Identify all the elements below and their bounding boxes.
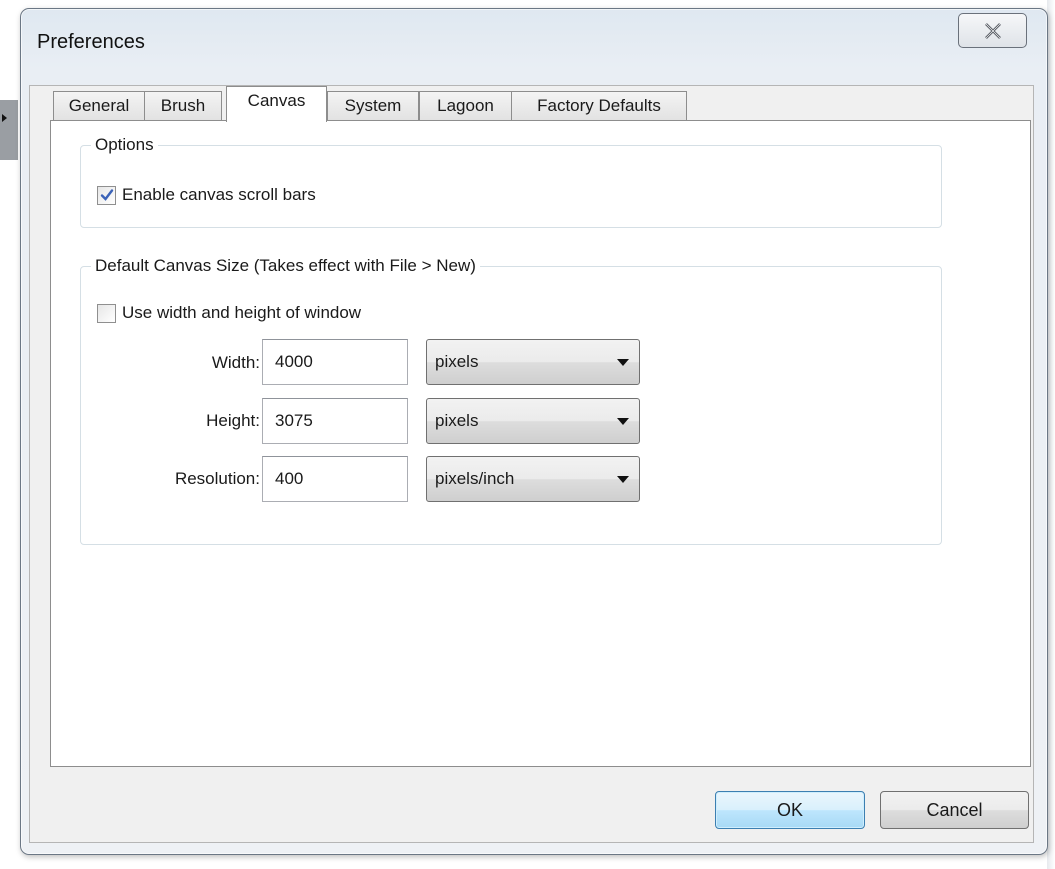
- chevron-down-icon: [617, 359, 629, 366]
- chevron-down-icon: [617, 418, 629, 425]
- options-group: Options: [80, 135, 942, 228]
- width-input[interactable]: 4000: [262, 339, 408, 385]
- tab-brush[interactable]: Brush: [144, 91, 222, 120]
- enable-scrollbars-checkbox[interactable]: [97, 185, 116, 205]
- height-unit-select[interactable]: pixels: [426, 398, 640, 444]
- enable-scrollbars-option[interactable]: Enable canvas scroll bars: [97, 185, 316, 205]
- dialog-title: Preferences: [37, 31, 145, 53]
- height-unit-value: pixels: [435, 411, 479, 430]
- tab-canvas[interactable]: Canvas: [226, 86, 327, 122]
- background-arrow-icon: [2, 114, 7, 122]
- width-unit-select[interactable]: pixels: [426, 339, 640, 385]
- background-edge: [1047, 0, 1055, 869]
- background-window-edge: [0, 100, 18, 160]
- ok-button[interactable]: OK: [715, 791, 865, 829]
- close-icon: [984, 22, 1001, 39]
- enable-scrollbars-label: Enable canvas scroll bars: [122, 185, 316, 204]
- height-label: Height:: [206, 411, 260, 430]
- use-window-size-label: Use width and height of window: [122, 303, 362, 322]
- tab-lagoon[interactable]: Lagoon: [419, 91, 512, 120]
- preferences-dialog: Preferences General Brush Canvas System …: [20, 8, 1048, 855]
- use-window-size-checkbox[interactable]: [97, 303, 116, 323]
- cancel-button[interactable]: Cancel: [880, 791, 1029, 829]
- resolution-unit-select[interactable]: pixels/inch: [426, 456, 640, 502]
- resolution-unit-value: pixels/inch: [435, 469, 515, 488]
- close-button[interactable]: [958, 13, 1027, 48]
- options-legend: Options: [95, 135, 154, 154]
- tab-factory-defaults[interactable]: Factory Defaults: [511, 91, 687, 120]
- height-input[interactable]: 3075: [262, 398, 408, 444]
- tab-general[interactable]: General: [53, 91, 145, 120]
- resolution-label: Resolution:: [174, 469, 260, 488]
- chevron-down-icon: [617, 476, 629, 483]
- default-canvas-size-legend: Default Canvas Size (Takes effect with F…: [95, 256, 476, 275]
- checkmark-icon: [100, 189, 113, 201]
- width-label: Width:: [211, 353, 260, 372]
- resolution-input[interactable]: 400: [262, 456, 408, 502]
- use-window-size-option[interactable]: Use width and height of window: [97, 303, 361, 323]
- tab-system[interactable]: System: [327, 91, 419, 120]
- width-unit-value: pixels: [435, 352, 479, 371]
- canvas-tab-panel: Options Enable canvas scroll bars Defaul…: [50, 120, 1031, 767]
- dialog-client-area: General Brush Canvas System Lagoon Facto…: [29, 85, 1034, 843]
